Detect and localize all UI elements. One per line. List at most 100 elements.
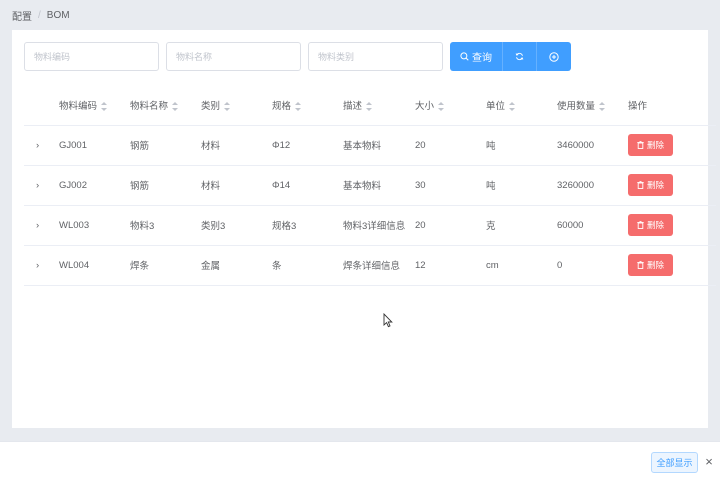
main-card: 查询 xyxy=(12,30,716,428)
add-button[interactable] xyxy=(537,42,571,71)
chevron-right-icon[interactable]: › xyxy=(24,165,59,206)
table-row: › WL004 焊条 金属 条 焊条详细信息 12 cm 0 删除 xyxy=(24,245,716,286)
col-header-desc[interactable]: 描述 xyxy=(343,85,415,126)
material-code-input[interactable] xyxy=(34,51,149,62)
trash-icon xyxy=(637,261,644,269)
breadcrumb-parent[interactable]: 配置 xyxy=(12,8,32,23)
col-header-code-label: 物料编码 xyxy=(59,100,98,112)
expand-header xyxy=(24,85,59,126)
sort-icon[interactable] xyxy=(224,101,231,111)
delete-button[interactable]: 删除 xyxy=(628,174,673,196)
col-header-spec[interactable]: 规格 xyxy=(272,85,343,126)
col-header-desc-label: 描述 xyxy=(343,100,363,112)
col-header-qty[interactable]: 使用数量 xyxy=(557,85,628,126)
cell-size: 12 xyxy=(415,245,486,286)
sort-icon[interactable] xyxy=(509,101,516,111)
chevron-right-icon[interactable]: › xyxy=(24,205,59,246)
col-header-spec-label: 规格 xyxy=(272,100,292,112)
trash-icon xyxy=(637,181,644,189)
cell-name: 钢筋 xyxy=(130,165,201,206)
delete-button-label: 删除 xyxy=(646,140,664,150)
breadcrumb: 配置 / BOM xyxy=(12,8,70,23)
cell-size: 20 xyxy=(415,205,486,246)
table-row: › GJ002 钢筋 材料 Φ14 基本物料 30 吨 3260000 删除 xyxy=(24,165,716,206)
mouse-cursor-icon xyxy=(383,313,393,328)
col-header-category[interactable]: 类别 xyxy=(201,85,272,126)
cell-desc: 焊条详细信息 xyxy=(343,245,415,286)
table-row: › WL003 物料3 类别3 规格3 物料3详细信息 20 克 60000 删… xyxy=(24,205,716,246)
cell-spec: 条 xyxy=(272,245,343,286)
cell-qty: 3260000 xyxy=(557,165,628,206)
refresh-icon xyxy=(515,52,524,61)
cell-unit: cm xyxy=(486,245,557,286)
col-header-action: 操作 xyxy=(628,85,716,126)
cell-desc: 基本物料 xyxy=(343,165,415,206)
sort-icon[interactable] xyxy=(172,101,179,111)
sort-icon[interactable] xyxy=(366,101,373,111)
col-header-qty-label: 使用数量 xyxy=(557,100,596,112)
delete-button-label: 删除 xyxy=(646,260,664,270)
chevron-right-icon[interactable]: › xyxy=(24,125,59,166)
delete-button[interactable]: 删除 xyxy=(628,254,673,276)
col-header-size-label: 大小 xyxy=(415,100,435,112)
col-header-size[interactable]: 大小 xyxy=(415,85,486,126)
footer-bar: 全部显示 × xyxy=(0,441,720,480)
col-header-code[interactable]: 物料编码 xyxy=(59,85,130,126)
trash-icon xyxy=(637,221,644,229)
cell-category: 类别3 xyxy=(201,205,272,246)
sort-icon[interactable] xyxy=(599,101,606,111)
table-header-row: 物料编码 物料名称 类别 规格 描述 大小 单位 使用数量 操作 xyxy=(24,85,716,126)
table-row: › GJ001 钢筋 材料 Φ12 基本物料 20 吨 3460000 删除 xyxy=(24,125,716,166)
cell-spec: 规格3 xyxy=(272,205,343,246)
sort-icon[interactable] xyxy=(101,101,108,111)
breadcrumb-current: BOM xyxy=(46,9,70,21)
cell-code: GJ001 xyxy=(59,125,130,166)
cell-action: 删除 xyxy=(628,245,716,286)
material-code-field[interactable] xyxy=(24,42,159,71)
cell-code: WL003 xyxy=(59,205,130,246)
delete-button-label: 删除 xyxy=(646,220,664,230)
sort-icon[interactable] xyxy=(438,101,445,111)
cell-desc: 基本物料 xyxy=(343,125,415,166)
trash-icon xyxy=(637,141,644,149)
material-name-input[interactable] xyxy=(176,51,291,62)
show-all-button[interactable]: 全部显示 xyxy=(651,452,698,473)
cell-size: 30 xyxy=(415,165,486,206)
col-header-name-label: 物料名称 xyxy=(130,100,169,112)
search-bar: 查询 xyxy=(24,42,571,71)
cell-unit: 吨 xyxy=(486,125,557,166)
chevron-right-icon[interactable]: › xyxy=(24,245,59,286)
material-category-input[interactable] xyxy=(318,51,433,62)
delete-button[interactable]: 删除 xyxy=(628,134,673,156)
cell-code: GJ002 xyxy=(59,165,130,206)
cell-unit: 克 xyxy=(486,205,557,246)
breadcrumb-separator: / xyxy=(38,9,41,21)
cell-spec: Φ12 xyxy=(272,125,343,166)
cell-spec: Φ14 xyxy=(272,165,343,206)
delete-button[interactable]: 删除 xyxy=(628,214,673,236)
query-button[interactable]: 查询 xyxy=(450,42,503,71)
close-icon[interactable]: × xyxy=(703,454,715,470)
cell-name: 钢筋 xyxy=(130,125,201,166)
col-header-name[interactable]: 物料名称 xyxy=(130,85,201,126)
col-header-unit-label: 单位 xyxy=(486,100,506,112)
col-header-unit[interactable]: 单位 xyxy=(486,85,557,126)
refresh-button[interactable] xyxy=(503,42,537,71)
bom-table: 物料编码 物料名称 类别 规格 描述 大小 单位 使用数量 操作 › GJ001… xyxy=(24,85,716,286)
cell-action: 删除 xyxy=(628,205,716,246)
cell-size: 20 xyxy=(415,125,486,166)
cell-action: 删除 xyxy=(628,125,716,166)
material-name-field[interactable] xyxy=(166,42,301,71)
cell-category: 金属 xyxy=(201,245,272,286)
col-header-category-label: 类别 xyxy=(201,100,221,112)
material-category-field[interactable] xyxy=(308,42,443,71)
cell-name: 物料3 xyxy=(130,205,201,246)
add-circle-icon xyxy=(549,51,559,62)
sort-icon[interactable] xyxy=(295,101,302,111)
cell-code: WL004 xyxy=(59,245,130,286)
delete-button-label: 删除 xyxy=(646,180,664,190)
cell-unit: 吨 xyxy=(486,165,557,206)
search-icon xyxy=(460,52,469,61)
search-button-group: 查询 xyxy=(450,42,571,71)
query-button-label: 查询 xyxy=(472,53,492,64)
